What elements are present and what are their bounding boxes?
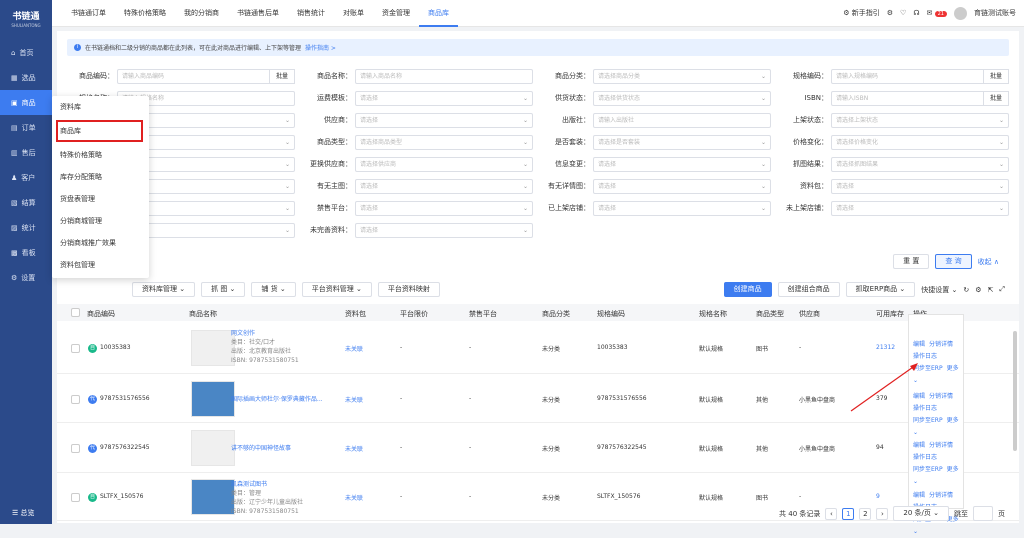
annotation-arrow — [850, 363, 918, 412]
